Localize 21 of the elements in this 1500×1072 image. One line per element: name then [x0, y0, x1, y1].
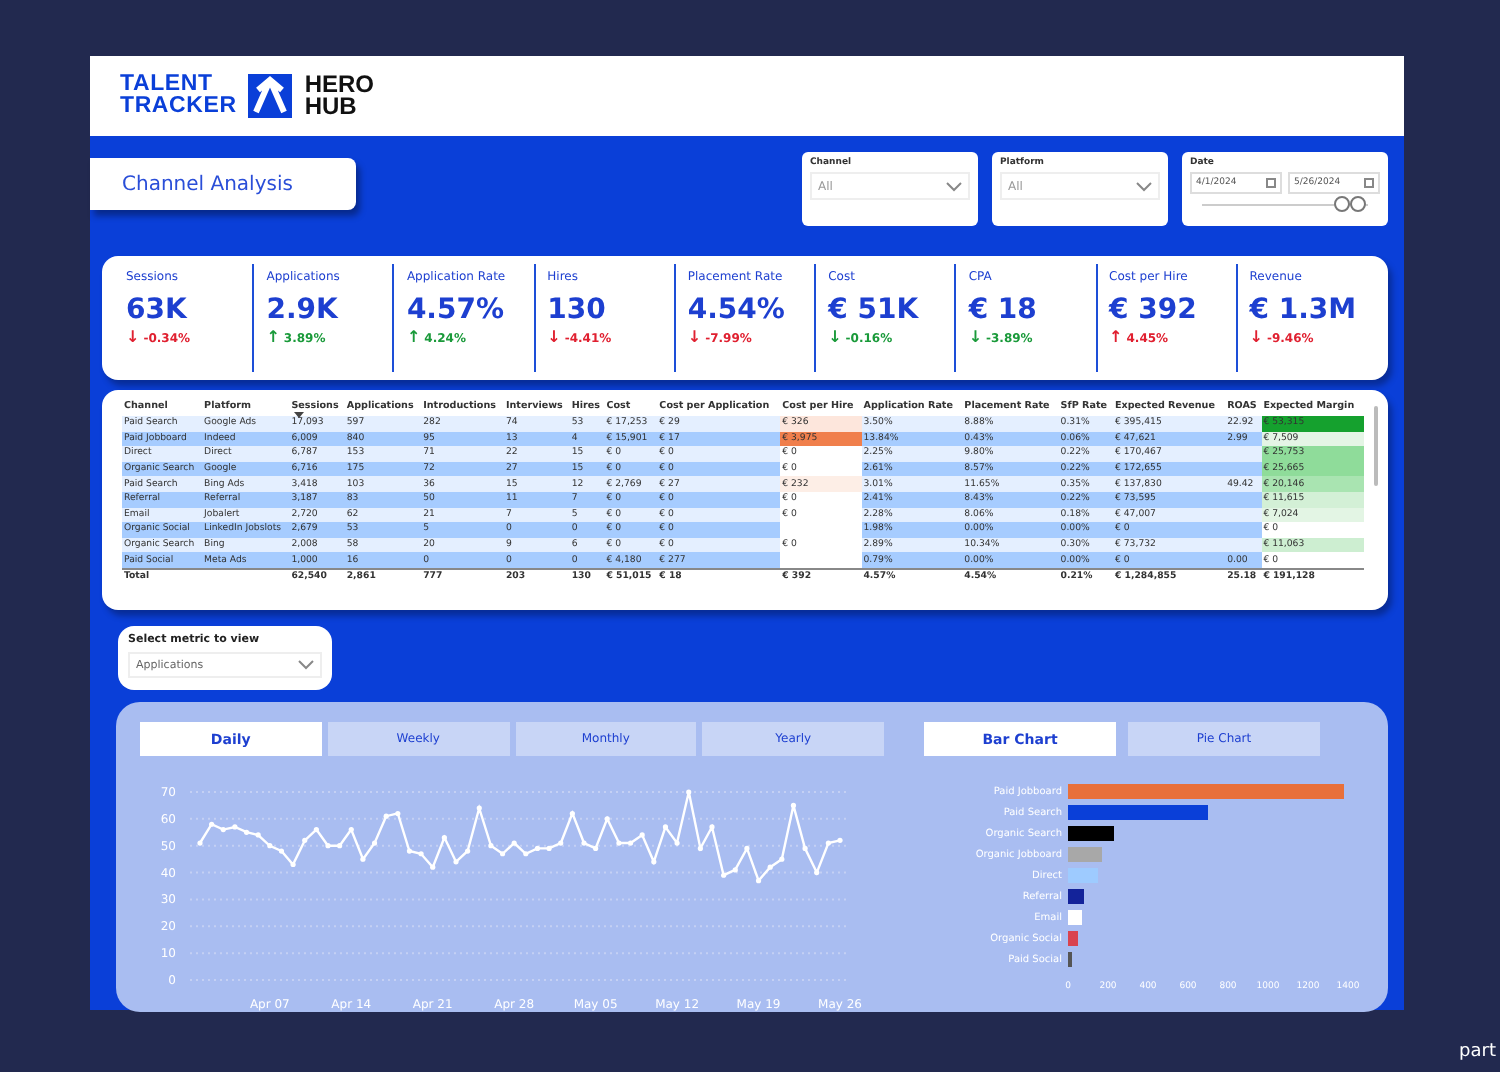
brand-logo: TALENT TRACKER	[120, 74, 237, 118]
partner-logo: HERO HUB	[304, 74, 374, 118]
kpi-value: 63K	[126, 294, 189, 326]
corner-text: part	[1459, 1042, 1496, 1062]
trend-arrow-icon: ↑	[1109, 330, 1123, 346]
trend-arrow-icon: ↓	[687, 330, 702, 346]
kpi-value: 4.54%	[687, 294, 787, 326]
trend-arrow-icon: ↓	[968, 330, 983, 346]
kpi-value: € 1.3M	[1249, 294, 1359, 326]
kpi-value: € 18	[968, 294, 1039, 326]
kpi-value: € 392	[1109, 294, 1199, 326]
trend-arrow-icon: ↓	[1249, 330, 1263, 346]
kpi-value: 2.9K	[266, 294, 340, 326]
kpi-value: € 51K	[828, 294, 921, 326]
kpi-value: 4.57%	[406, 294, 507, 326]
trend-arrow-icon: ↓	[547, 330, 561, 346]
trend-arrow-icon: ↓	[126, 330, 140, 346]
trend-arrow-icon: ↓	[828, 330, 842, 346]
trend-arrow-icon: ↑	[266, 330, 280, 346]
trend-arrow-icon: ↑	[406, 330, 421, 346]
kpi-value: 130	[547, 294, 608, 326]
